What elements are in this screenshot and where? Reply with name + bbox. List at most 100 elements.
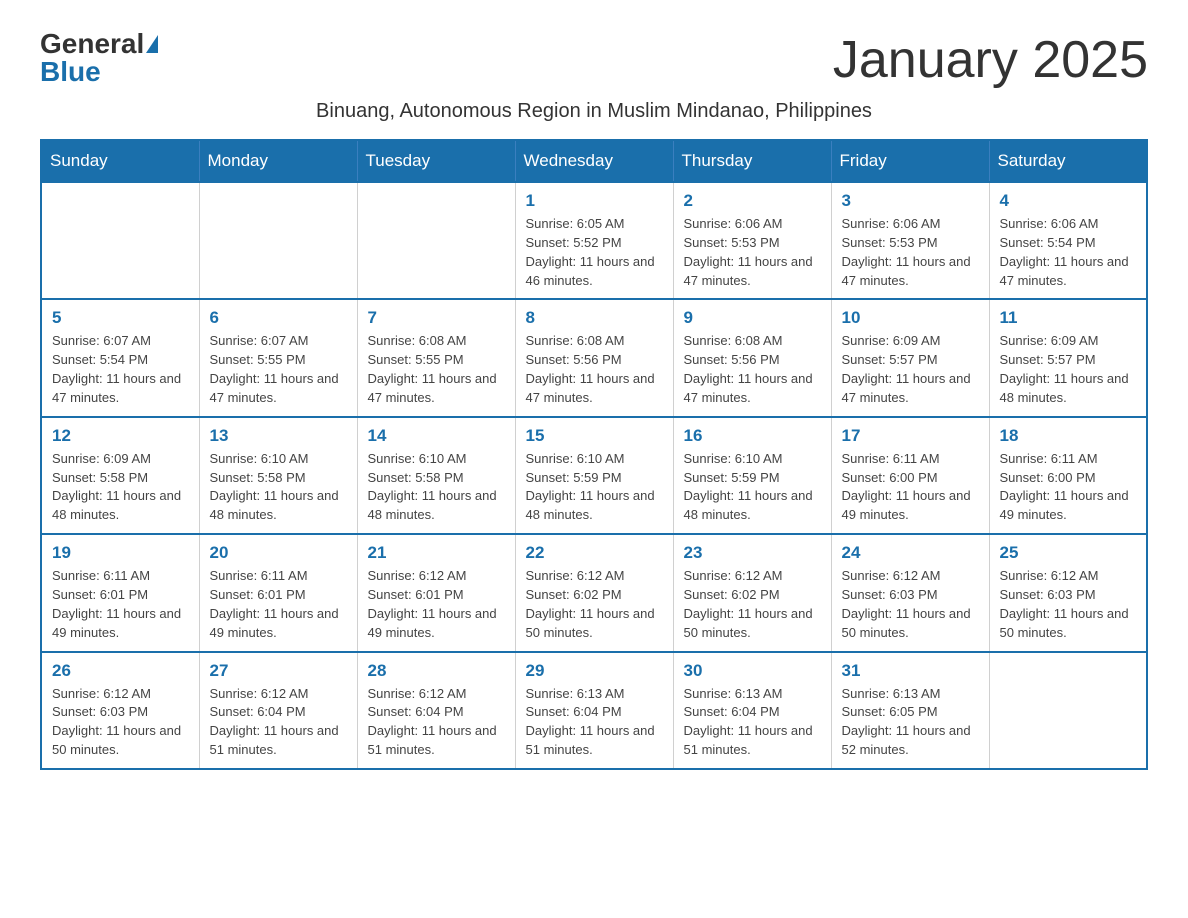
logo-general-text: General bbox=[40, 30, 144, 58]
calendar-day-cell: 17 Sunrise: 6:11 AM Sunset: 6:00 PM Dayli… bbox=[831, 417, 989, 534]
day-number: 5 bbox=[52, 308, 189, 328]
calendar-day-cell: 8 Sunrise: 6:08 AM Sunset: 5:56 PM Daylig… bbox=[515, 299, 673, 416]
day-of-week-header: Friday bbox=[831, 140, 989, 182]
day-info: Sunrise: 6:09 AM Sunset: 5:58 PM Dayligh… bbox=[52, 450, 189, 525]
day-info: Sunrise: 6:11 AM Sunset: 6:01 PM Dayligh… bbox=[210, 567, 347, 642]
logo: General Blue bbox=[40, 30, 158, 86]
day-info: Sunrise: 6:08 AM Sunset: 5:56 PM Dayligh… bbox=[526, 332, 663, 407]
day-of-week-header: Wednesday bbox=[515, 140, 673, 182]
day-info: Sunrise: 6:07 AM Sunset: 5:54 PM Dayligh… bbox=[52, 332, 189, 407]
calendar: SundayMondayTuesdayWednesdayThursdayFrid… bbox=[40, 139, 1148, 770]
calendar-day-cell bbox=[357, 182, 515, 299]
day-number: 11 bbox=[1000, 308, 1137, 328]
day-info: Sunrise: 6:10 AM Sunset: 5:58 PM Dayligh… bbox=[368, 450, 505, 525]
day-info: Sunrise: 6:12 AM Sunset: 6:04 PM Dayligh… bbox=[368, 685, 505, 760]
day-number: 24 bbox=[842, 543, 979, 563]
calendar-day-cell: 23Sunrise: 6:12 AM Sunset: 6:02 PM Dayli… bbox=[673, 534, 831, 651]
day-info: Sunrise: 6:06 AM Sunset: 5:53 PM Dayligh… bbox=[842, 215, 979, 290]
calendar-week-row: 1Sunrise: 6:05 AM Sunset: 5:52 PM Daylig… bbox=[41, 182, 1147, 299]
calendar-day-cell: 11 Sunrise: 6:09 AM Sunset: 5:57 PM Dayli… bbox=[989, 299, 1147, 416]
calendar-day-cell: 28 Sunrise: 6:12 AM Sunset: 6:04 PM Dayli… bbox=[357, 652, 515, 769]
calendar-day-cell: 13 Sunrise: 6:10 AM Sunset: 5:58 PM Dayli… bbox=[199, 417, 357, 534]
day-info: Sunrise: 6:13 AM Sunset: 6:04 PM Dayligh… bbox=[684, 685, 821, 760]
day-number: 3 bbox=[842, 191, 979, 211]
day-number: 17 bbox=[842, 426, 979, 446]
day-number: 22 bbox=[526, 543, 663, 563]
day-number: 21 bbox=[368, 543, 505, 563]
day-number: 27 bbox=[210, 661, 347, 681]
day-of-week-header: Thursday bbox=[673, 140, 831, 182]
day-info: Sunrise: 6:11 AM Sunset: 6:01 PM Dayligh… bbox=[52, 567, 189, 642]
day-info: Sunrise: 6:13 AM Sunset: 6:04 PM Dayligh… bbox=[526, 685, 663, 760]
day-info: Sunrise: 6:10 AM Sunset: 5:59 PM Dayligh… bbox=[684, 450, 821, 525]
calendar-day-cell: 3 Sunrise: 6:06 AM Sunset: 5:53 PM Daylig… bbox=[831, 182, 989, 299]
logo-triangle-icon bbox=[146, 35, 158, 53]
calendar-day-cell: 15Sunrise: 6:10 AM Sunset: 5:59 PM Dayli… bbox=[515, 417, 673, 534]
calendar-day-cell: 2 Sunrise: 6:06 AM Sunset: 5:53 PM Daylig… bbox=[673, 182, 831, 299]
calendar-day-cell: 20 Sunrise: 6:11 AM Sunset: 6:01 PM Dayli… bbox=[199, 534, 357, 651]
calendar-day-cell: 12 Sunrise: 6:09 AM Sunset: 5:58 PM Dayli… bbox=[41, 417, 199, 534]
day-number: 8 bbox=[526, 308, 663, 328]
day-of-week-header: Monday bbox=[199, 140, 357, 182]
calendar-day-cell: 18Sunrise: 6:11 AM Sunset: 6:00 PM Dayli… bbox=[989, 417, 1147, 534]
day-info: Sunrise: 6:13 AM Sunset: 6:05 PM Dayligh… bbox=[842, 685, 979, 760]
calendar-day-cell: 29Sunrise: 6:13 AM Sunset: 6:04 PM Dayli… bbox=[515, 652, 673, 769]
day-number: 18 bbox=[1000, 426, 1137, 446]
day-info: Sunrise: 6:12 AM Sunset: 6:01 PM Dayligh… bbox=[368, 567, 505, 642]
calendar-day-cell: 30 Sunrise: 6:13 AM Sunset: 6:04 PM Dayli… bbox=[673, 652, 831, 769]
day-number: 1 bbox=[526, 191, 663, 211]
calendar-day-cell: 1Sunrise: 6:05 AM Sunset: 5:52 PM Daylig… bbox=[515, 182, 673, 299]
day-info: Sunrise: 6:06 AM Sunset: 5:53 PM Dayligh… bbox=[684, 215, 821, 290]
calendar-day-cell: 24 Sunrise: 6:12 AM Sunset: 6:03 PM Dayli… bbox=[831, 534, 989, 651]
day-number: 31 bbox=[842, 661, 979, 681]
day-info: Sunrise: 6:06 AM Sunset: 5:54 PM Dayligh… bbox=[1000, 215, 1137, 290]
day-number: 12 bbox=[52, 426, 189, 446]
day-of-week-header: Saturday bbox=[989, 140, 1147, 182]
day-number: 30 bbox=[684, 661, 821, 681]
day-number: 16 bbox=[684, 426, 821, 446]
day-info: Sunrise: 6:09 AM Sunset: 5:57 PM Dayligh… bbox=[1000, 332, 1137, 407]
day-number: 20 bbox=[210, 543, 347, 563]
calendar-day-cell bbox=[989, 652, 1147, 769]
day-info: Sunrise: 6:12 AM Sunset: 6:02 PM Dayligh… bbox=[526, 567, 663, 642]
day-number: 14 bbox=[368, 426, 505, 446]
day-info: Sunrise: 6:08 AM Sunset: 5:55 PM Dayligh… bbox=[368, 332, 505, 407]
calendar-day-cell: 4 Sunrise: 6:06 AM Sunset: 5:54 PM Daylig… bbox=[989, 182, 1147, 299]
calendar-day-cell: 9 Sunrise: 6:08 AM Sunset: 5:56 PM Daylig… bbox=[673, 299, 831, 416]
day-number: 4 bbox=[1000, 191, 1137, 211]
day-number: 19 bbox=[52, 543, 189, 563]
logo-blue-text: Blue bbox=[40, 58, 101, 86]
day-of-week-header: Tuesday bbox=[357, 140, 515, 182]
day-number: 26 bbox=[52, 661, 189, 681]
day-number: 2 bbox=[684, 191, 821, 211]
calendar-day-cell bbox=[199, 182, 357, 299]
calendar-day-cell: 5 Sunrise: 6:07 AM Sunset: 5:54 PM Daylig… bbox=[41, 299, 199, 416]
day-info: Sunrise: 6:11 AM Sunset: 6:00 PM Dayligh… bbox=[842, 450, 979, 525]
calendar-week-row: 19 Sunrise: 6:11 AM Sunset: 6:01 PM Dayli… bbox=[41, 534, 1147, 651]
day-info: Sunrise: 6:09 AM Sunset: 5:57 PM Dayligh… bbox=[842, 332, 979, 407]
day-number: 28 bbox=[368, 661, 505, 681]
calendar-day-cell: 16 Sunrise: 6:10 AM Sunset: 5:59 PM Dayli… bbox=[673, 417, 831, 534]
day-number: 7 bbox=[368, 308, 505, 328]
calendar-day-cell: 6 Sunrise: 6:07 AM Sunset: 5:55 PM Daylig… bbox=[199, 299, 357, 416]
calendar-day-cell: 19 Sunrise: 6:11 AM Sunset: 6:01 PM Dayli… bbox=[41, 534, 199, 651]
calendar-header-row: SundayMondayTuesdayWednesdayThursdayFrid… bbox=[41, 140, 1147, 182]
calendar-week-row: 12 Sunrise: 6:09 AM Sunset: 5:58 PM Dayli… bbox=[41, 417, 1147, 534]
calendar-day-cell: 25Sunrise: 6:12 AM Sunset: 6:03 PM Dayli… bbox=[989, 534, 1147, 651]
day-number: 13 bbox=[210, 426, 347, 446]
calendar-day-cell: 21 Sunrise: 6:12 AM Sunset: 6:01 PM Dayli… bbox=[357, 534, 515, 651]
day-info: Sunrise: 6:10 AM Sunset: 5:59 PM Dayligh… bbox=[526, 450, 663, 525]
calendar-week-row: 26 Sunrise: 6:12 AM Sunset: 6:03 PM Dayli… bbox=[41, 652, 1147, 769]
day-number: 10 bbox=[842, 308, 979, 328]
day-info: Sunrise: 6:08 AM Sunset: 5:56 PM Dayligh… bbox=[684, 332, 821, 407]
day-info: Sunrise: 6:12 AM Sunset: 6:03 PM Dayligh… bbox=[52, 685, 189, 760]
day-info: Sunrise: 6:12 AM Sunset: 6:04 PM Dayligh… bbox=[210, 685, 347, 760]
subtitle: Binuang, Autonomous Region in Muslim Min… bbox=[40, 100, 1148, 123]
day-number: 6 bbox=[210, 308, 347, 328]
calendar-day-cell: 14 Sunrise: 6:10 AM Sunset: 5:58 PM Dayli… bbox=[357, 417, 515, 534]
day-number: 9 bbox=[684, 308, 821, 328]
day-info: Sunrise: 6:12 AM Sunset: 6:03 PM Dayligh… bbox=[842, 567, 979, 642]
calendar-day-cell: 26 Sunrise: 6:12 AM Sunset: 6:03 PM Dayli… bbox=[41, 652, 199, 769]
day-info: Sunrise: 6:07 AM Sunset: 5:55 PM Dayligh… bbox=[210, 332, 347, 407]
day-info: Sunrise: 6:10 AM Sunset: 5:58 PM Dayligh… bbox=[210, 450, 347, 525]
